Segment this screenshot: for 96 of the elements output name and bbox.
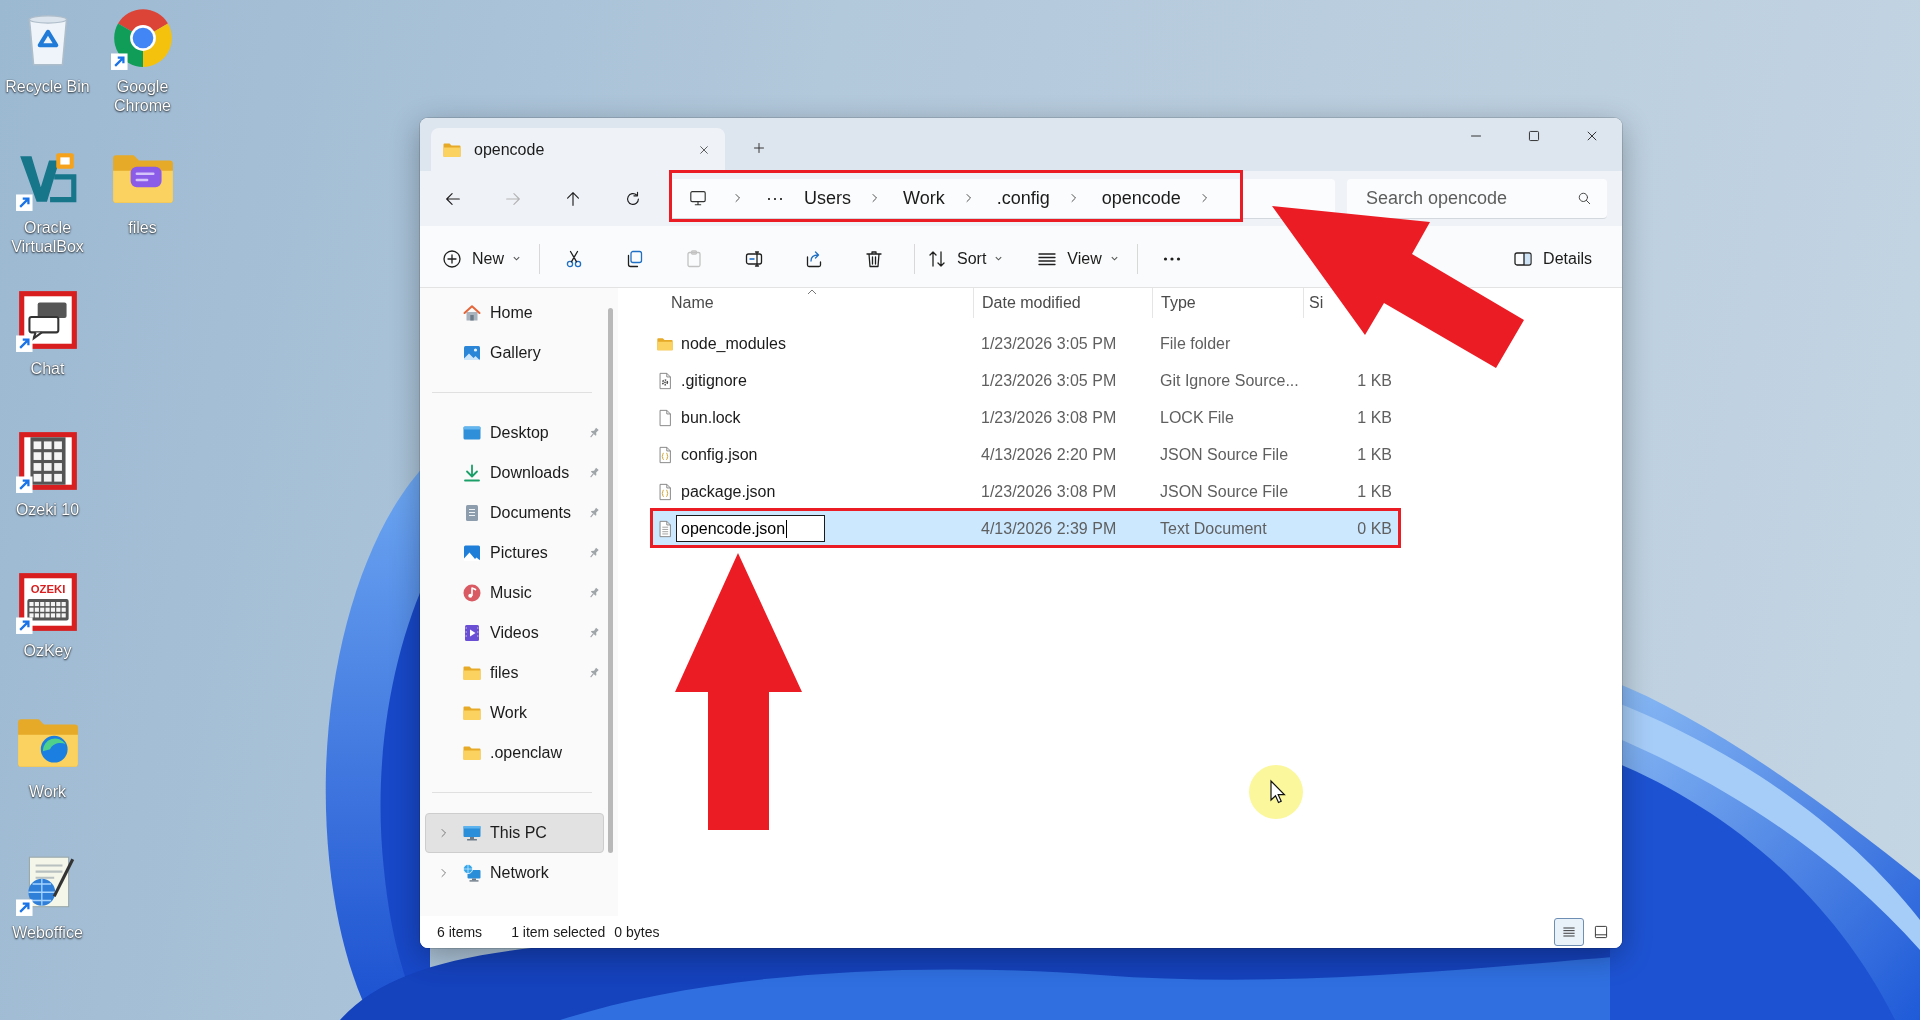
braces-file-icon [656, 445, 674, 464]
share-icon[interactable] [804, 248, 824, 269]
search-field[interactable]: Search opencode [1347, 178, 1607, 219]
sort-button[interactable]: Sort [919, 240, 1012, 277]
file-icon [656, 408, 674, 427]
type-cell-text: File folder [1159, 334, 1232, 353]
file-name-cell-text: bun.lock [680, 408, 741, 427]
column-header[interactable]: Date modified [973, 288, 1152, 318]
logo-text: OZEKI [30, 582, 65, 595]
type-cell-text: Text Document [1159, 519, 1268, 538]
item-count: 6 items [437, 924, 483, 940]
column-header[interactable]: Type [1152, 288, 1303, 318]
new-tab-icon[interactable] [752, 141, 766, 155]
date-cell-text: 1/23/2026 3:08 PM [980, 482, 1118, 501]
file-row[interactable]: config.json 4/13/2026 2:20 PM JSON Source File 1 KB [650, 436, 1400, 473]
scrollbar-thumb[interactable] [608, 308, 613, 853]
date-cell-text: 1/23/2026 3:05 PM [980, 371, 1118, 390]
selection-size: 0 bytes [614, 924, 660, 940]
column-header[interactable]: Si [1303, 288, 1324, 318]
breadcrumb-overflow[interactable]: ··· [756, 187, 794, 209]
breadcrumb-item[interactable]: Work [893, 187, 955, 209]
pointer-icon [1249, 765, 1303, 819]
sidebar-item[interactable]: Gallery [425, 333, 604, 373]
trash-icon[interactable] [864, 248, 884, 269]
type-cell-text: LOCK File [1159, 408, 1235, 427]
view-toggle[interactable] [1554, 918, 1584, 946]
sidebar-item[interactable]: Videos [425, 613, 604, 653]
date-cell-text: 1/23/2026 3:05 PM [980, 334, 1118, 353]
column-header[interactable]: Name [650, 288, 973, 318]
view-button[interactable]: View [1029, 240, 1127, 277]
size-cell-text: 1 KB [1356, 482, 1393, 501]
close-icon[interactable] [1585, 129, 1599, 143]
sidebar-item[interactable]: Work [425, 693, 604, 733]
file-row[interactable]: .gitignore 1/23/2026 3:05 PM Git Ignore Source... 1 KB [650, 362, 1400, 399]
caret-icon[interactable] [1109, 254, 1119, 263]
sidebar-item[interactable]: This PC [425, 813, 604, 853]
sidebar-item[interactable]: Home [425, 293, 604, 333]
breadcrumb-item[interactable]: .config [986, 187, 1060, 209]
caret-icon[interactable] [512, 254, 521, 263]
sidebar-item[interactable]: Desktop [425, 413, 604, 453]
breadcrumb-item[interactable]: Users [794, 187, 861, 209]
house-icon [462, 303, 482, 323]
size-cell-text: 1 KB [1356, 445, 1393, 464]
sidebar-item[interactable]: Documents [425, 493, 604, 533]
braces-file-icon [656, 482, 674, 501]
download-arrow-icon [462, 463, 482, 483]
plus-circle-icon[interactable] [442, 248, 462, 269]
monitor-icon [462, 823, 482, 843]
music-note-icon [462, 583, 482, 603]
text-cursor-icon [786, 519, 788, 538]
sidebar-item[interactable]: Pictures [425, 533, 604, 573]
tiles-view-icon[interactable] [1593, 924, 1609, 940]
file-name-cell-text: node_modules [680, 334, 786, 353]
sidebar-item[interactable]: .openclaw [425, 733, 604, 773]
date-cell-text: 4/13/2026 2:20 PM [980, 445, 1118, 464]
sidebar-item[interactable]: files [425, 653, 604, 693]
close-icon[interactable] [698, 143, 710, 156]
type-cell-text: JSON Source File [1159, 445, 1290, 464]
search-icon[interactable] [1577, 190, 1592, 206]
file-name-cell-text: .gitignore [680, 371, 747, 390]
refresh-icon[interactable] [624, 189, 642, 208]
video-icon [462, 623, 482, 643]
sidebar-item[interactable]: Music [425, 573, 604, 613]
file-row[interactable]: package.json 1/23/2026 3:08 PM JSON Source File 1 KB [650, 473, 1400, 510]
rename-field[interactable]: opencode.json [676, 515, 825, 542]
monitor-icon[interactable] [689, 189, 707, 207]
file-name-cell-text: package.json [680, 482, 776, 501]
new-button[interactable]: New [434, 240, 529, 277]
sidebar-item[interactable]: Downloads [425, 453, 604, 493]
text-file-icon [656, 519, 674, 538]
date-cell-text: 4/13/2026 2:39 PM [980, 519, 1118, 538]
breadcrumb-item[interactable]: opencode [1091, 187, 1191, 209]
gear-file-icon [656, 371, 674, 390]
image-icon [462, 343, 482, 363]
list-view-icon[interactable] [1561, 924, 1577, 940]
file-name-cell-text: config.json [680, 445, 758, 464]
file-row[interactable]: bun.lock 1/23/2026 3:08 PM LOCK File 1 KB [650, 399, 1400, 436]
sidebar-item[interactable]: Network [425, 853, 604, 893]
up-arrow-icon[interactable] [564, 189, 582, 208]
details-button[interactable]: Details [1505, 240, 1600, 277]
caret-icon[interactable] [994, 254, 1004, 263]
type-cell-text: Git Ignore Source... [1159, 371, 1300, 390]
size-cell-text: 0 KB [1356, 519, 1393, 538]
date-cell-text: 1/23/2026 3:08 PM [980, 408, 1118, 427]
window-tab[interactable]: opencode [431, 128, 725, 171]
file-row[interactable]: node_modules 1/23/2026 3:05 PM File folder [650, 325, 1400, 362]
size-cell-text: 1 KB [1356, 408, 1393, 427]
selection-count: 1 item selected [511, 924, 606, 940]
scissors-icon[interactable] [564, 248, 584, 269]
rename-icon[interactable] [744, 248, 764, 269]
type-cell-text: JSON Source File [1159, 482, 1290, 501]
maximize-icon[interactable] [1527, 129, 1541, 143]
size-cell-text: 1 KB [1356, 371, 1393, 390]
image-icon [462, 543, 482, 563]
network-icon [462, 863, 482, 883]
file-row[interactable]: opencode.json 4/13/2026 2:39 PM Text Document 0 KB [650, 510, 1400, 547]
